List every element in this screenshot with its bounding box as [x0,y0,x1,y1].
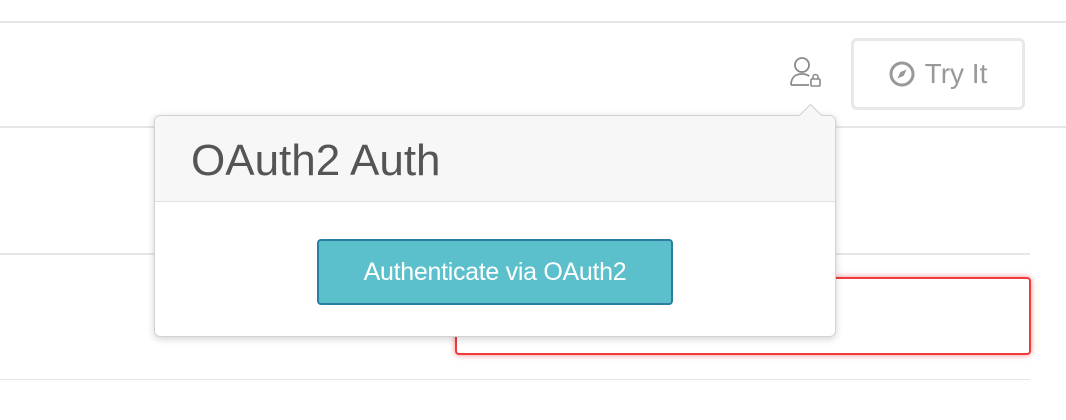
popover-body: Authenticate via OAuth2 [155,202,835,336]
divider [0,379,1030,380]
divider [0,21,1066,23]
try-it-button[interactable]: Try It [851,38,1025,110]
popover-title: OAuth2 Auth [191,135,441,185]
popover-arrow [797,102,823,116]
user-lock-icon[interactable] [788,56,824,92]
oauth2-auth-popover: OAuth2 Auth Authenticate via OAuth2 [154,115,836,337]
popover-header: OAuth2 Auth [155,116,835,202]
compass-icon [889,61,915,87]
page: Try It OAuth2 Auth Authenticate via OAut… [0,0,1066,420]
authenticate-oauth2-button[interactable]: Authenticate via OAuth2 [317,239,673,305]
try-it-label: Try It [924,58,988,89]
